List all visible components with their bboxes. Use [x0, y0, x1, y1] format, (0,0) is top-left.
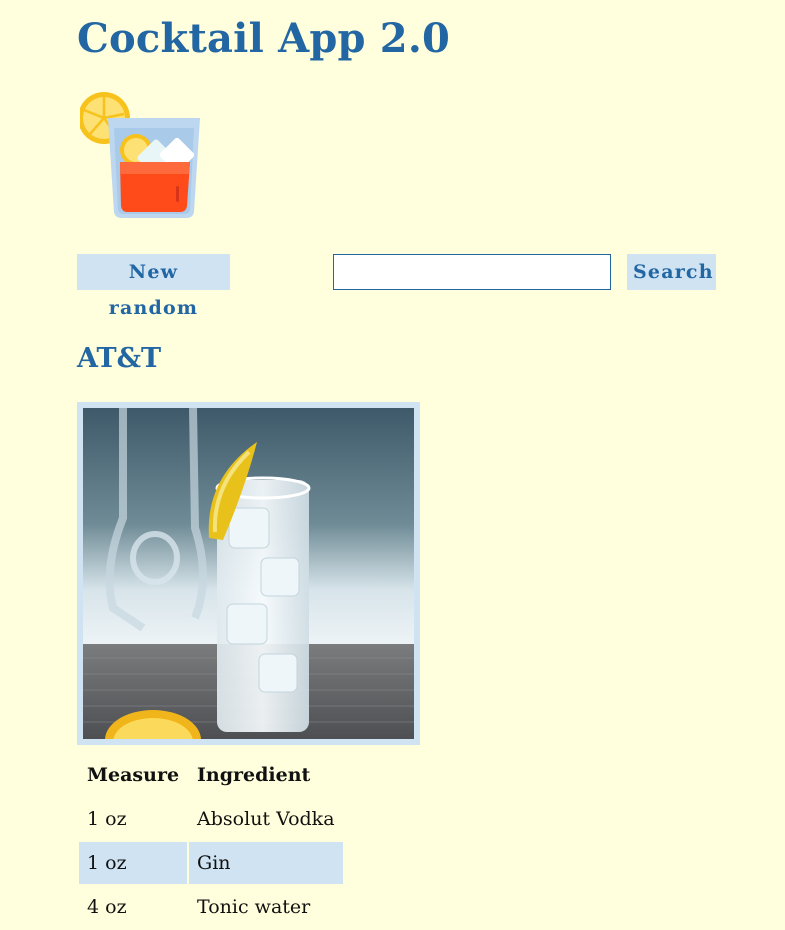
ingredient-header: Ingredient: [197, 764, 311, 786]
measure-cell: 4 oz: [87, 896, 127, 918]
app-title: Cocktail App 2.0: [77, 15, 450, 62]
ingredient-cell: Tonic water: [197, 896, 311, 918]
ingredients-table: Measure Ingredient 1 oz Absolut Vodka 1 …: [77, 752, 345, 930]
ingredient-cell: Gin: [189, 842, 344, 884]
measure-header: Measure: [87, 764, 180, 786]
drink-name: AT&T: [77, 343, 162, 374]
search-button[interactable]: Search: [627, 254, 716, 290]
page: Cocktail App 2.0 New random Search AT&T: [0, 0, 785, 930]
table-header-row: Measure Ingredient: [79, 754, 343, 796]
cocktail-glass-icon: [78, 88, 204, 222]
table-row: 4 oz Tonic water: [79, 886, 343, 928]
table-row: 1 oz Absolut Vodka: [79, 798, 343, 840]
search-input[interactable]: [333, 254, 611, 290]
measure-cell: 1 oz: [79, 842, 188, 884]
new-random-button[interactable]: New random: [77, 254, 230, 319]
table-row: 1 oz Gin: [79, 842, 344, 884]
measure-cell: 1 oz: [87, 808, 127, 830]
ingredient-cell: Absolut Vodka: [197, 808, 335, 830]
drink-photo: [77, 402, 420, 745]
